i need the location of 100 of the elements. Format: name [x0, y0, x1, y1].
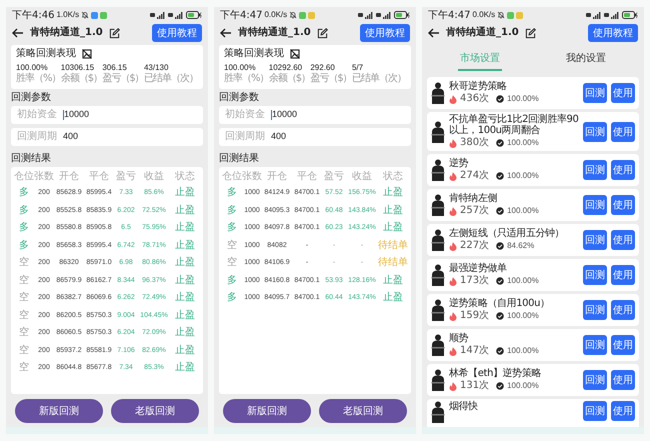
flame-icon — [449, 312, 457, 320]
status-text: 止盈 — [382, 292, 404, 304]
status-text: 止盈 — [174, 240, 196, 252]
bell-off-icon — [289, 11, 298, 19]
status-text: 止盈 — [174, 222, 196, 234]
strategy-action-button[interactable]: 回测 — [583, 300, 607, 320]
status-text: 待结单 — [378, 240, 408, 252]
stat-label: 胜率（%） — [224, 72, 269, 85]
strategy-name: 秋哥逆势策略 — [449, 81, 508, 92]
action-button[interactable]: 新版回测 — [223, 399, 311, 423]
position-side: 空 — [18, 292, 30, 304]
strategy-action-button[interactable]: 回测 — [583, 230, 607, 250]
strategy-action-button[interactable]: 使用 — [611, 370, 635, 390]
image-off-icon — [82, 49, 92, 59]
status-text: 止盈 — [174, 292, 196, 304]
network-speed: 0.0K/s — [264, 10, 288, 20]
strategy-action-button[interactable]: 使用 — [611, 300, 635, 320]
edit-icon — [316, 28, 328, 38]
position-side: 空 — [18, 344, 30, 357]
network-speed: 1.0K/s — [56, 10, 80, 20]
strategy-action-button[interactable]: 回测 — [583, 401, 607, 421]
action-button[interactable]: 老版回测 — [319, 399, 407, 423]
use-count: 380次 — [460, 137, 490, 149]
use-count: 227次 — [460, 240, 490, 252]
battery-icon — [394, 11, 410, 19]
strategy-action-button[interactable]: 回测 — [583, 160, 607, 180]
position-side: 多 — [18, 222, 30, 234]
column-header: 张数 — [34, 170, 54, 183]
win-rate: 100.00% — [507, 276, 539, 286]
bell-off-icon — [497, 11, 506, 19]
back-arrow-icon — [428, 28, 440, 38]
section-label: 回测参数 — [219, 90, 260, 105]
status-text: 止盈 — [382, 204, 404, 217]
strategy-action-button[interactable]: 回测 — [583, 122, 607, 142]
column-header: 状态 — [382, 170, 404, 183]
section-title: 策略回测表现 — [224, 48, 284, 60]
back-arrow-icon — [220, 28, 232, 38]
strategy-name: 顺势 — [449, 333, 470, 344]
position-side: 空 — [226, 240, 238, 252]
stat-label: 盈亏（$） — [102, 72, 144, 85]
use-count: 274次 — [460, 170, 490, 182]
input-field[interactable]: 10000 — [64, 109, 90, 120]
use-count: 147次 — [460, 345, 490, 357]
person-icon — [431, 334, 445, 356]
strategy-action-button[interactable]: 使用 — [611, 83, 635, 103]
use-count: 131次 — [460, 380, 490, 392]
strategy-action-button[interactable]: 回测 — [583, 83, 607, 103]
strategy-name: 烟得快 — [449, 401, 479, 412]
strategy-action-button[interactable]: 使用 — [611, 195, 635, 215]
position-side: 空 — [18, 274, 30, 287]
win-rate: 100.00% — [507, 311, 539, 321]
position-side: 多 — [226, 274, 238, 287]
image-off-icon — [290, 49, 300, 59]
stat-value: 10306.15 — [60, 63, 96, 72]
network-speed: 0.0K/s — [472, 10, 496, 20]
strategy-action-button[interactable]: 回测 — [583, 370, 607, 390]
signal-icon — [604, 11, 620, 19]
signal-icon — [150, 11, 166, 19]
strategy-action-button[interactable]: 使用 — [611, 160, 635, 180]
strategy-action-button[interactable]: 回测 — [583, 195, 607, 215]
stat-label: 盈亏（$） — [310, 72, 352, 85]
strategy-action-button[interactable]: 使用 — [611, 230, 635, 250]
check-badge-icon — [496, 312, 504, 320]
win-rate: 100.00% — [507, 138, 539, 148]
use-count: 173次 — [460, 275, 490, 287]
edit-icon — [108, 28, 120, 38]
person-icon — [431, 159, 445, 181]
strategy-action-button[interactable]: 使用 — [611, 401, 635, 421]
strategy-action-button[interactable]: 使用 — [611, 335, 635, 355]
tab[interactable]: 我的设置 — [564, 47, 608, 71]
tutorial-button[interactable]: 使用教程 — [152, 24, 202, 42]
strategy-action-button[interactable]: 使用 — [611, 122, 635, 142]
status-text: 止盈 — [174, 327, 196, 340]
strategy-name: 肯特纳左侧 — [449, 193, 498, 204]
person-icon — [431, 401, 445, 423]
stat-value: 100.00% — [224, 63, 257, 72]
position-side: 多 — [18, 204, 30, 217]
input-field[interactable]: 400 — [63, 131, 78, 142]
person-icon — [431, 264, 445, 286]
section-title: 策略回测表现 — [16, 48, 76, 60]
strategy-action-button[interactable]: 回测 — [583, 265, 607, 285]
position-side: 空 — [18, 327, 30, 340]
position-side: 多 — [18, 187, 30, 200]
bell-off-icon — [81, 11, 90, 19]
person-icon — [431, 194, 445, 216]
tutorial-button[interactable]: 使用教程 — [360, 24, 410, 42]
win-rate: 100.00% — [507, 346, 539, 356]
strategy-action-button[interactable]: 使用 — [611, 265, 635, 285]
stat-label: 胜率（%） — [16, 72, 61, 85]
input-field[interactable]: 400 — [271, 131, 286, 142]
column-header: 开仓 — [58, 170, 80, 183]
input-field[interactable]: 10000 — [272, 109, 298, 120]
action-button[interactable]: 老版回测 — [111, 399, 199, 423]
strategy-action-button[interactable]: 回测 — [583, 335, 607, 355]
position-side: 空 — [18, 257, 30, 270]
action-button[interactable]: 新版回测 — [15, 399, 103, 423]
tutorial-button[interactable]: 使用教程 — [588, 24, 638, 42]
tab[interactable]: 市场设置 — [458, 47, 502, 71]
signal-icon — [358, 11, 374, 19]
check-badge-icon — [496, 382, 504, 390]
